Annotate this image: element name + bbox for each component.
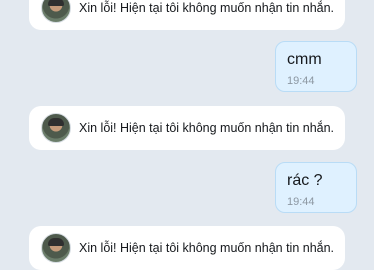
- auto-reply-message[interactable]: Xin lỗi! Hiện tại tôi không muốn nhận ti…: [29, 0, 345, 30]
- message-text: cmm: [287, 51, 322, 68]
- auto-reply-text: Xin lỗi! Hiện tại tôi không muốn nhận ti…: [79, 241, 335, 255]
- avatar[interactable]: [41, 233, 71, 263]
- avatar[interactable]: [41, 0, 71, 23]
- outgoing-message[interactable]: rác ? 19:44: [275, 162, 357, 213]
- auto-reply-message[interactable]: Xin lỗi! Hiện tại tôi không muốn nhận ti…: [29, 106, 345, 150]
- auto-reply-text: Xin lỗi! Hiện tại tôi không muốn nhận ti…: [79, 1, 335, 15]
- message-time: 19:44: [287, 196, 315, 208]
- avatar[interactable]: [41, 113, 71, 143]
- chat-thread[interactable]: Xin lỗi! Hiện tại tôi không muốn nhận ti…: [0, 0, 374, 270]
- message-time: 19:44: [287, 75, 315, 87]
- auto-reply-text: Xin lỗi! Hiện tại tôi không muốn nhận ti…: [79, 121, 335, 135]
- outgoing-message[interactable]: cmm 19:44: [275, 41, 357, 92]
- message-text: rác ?: [287, 172, 323, 189]
- auto-reply-message[interactable]: Xin lỗi! Hiện tại tôi không muốn nhận ti…: [29, 226, 345, 270]
